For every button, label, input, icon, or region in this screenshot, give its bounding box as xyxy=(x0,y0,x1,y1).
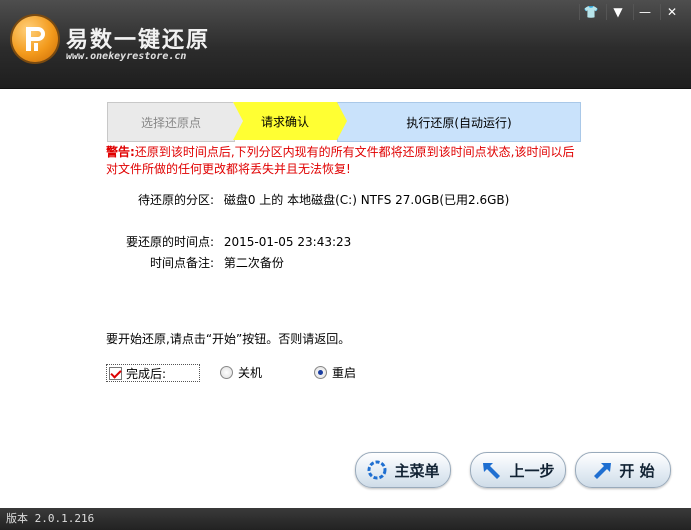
partition-row: 待还原的分区: 磁盘0 上的 本地磁盘(C:) NTFS 27.0GB(已用2.… xyxy=(136,191,509,208)
radio-restart[interactable]: 重启 xyxy=(314,364,356,381)
step-arrow xyxy=(337,102,347,140)
radio-selected-icon[interactable] xyxy=(314,366,327,379)
start-prompt: 要开始还原,请点击“开始”按钮。否则请返回。 xyxy=(106,332,351,346)
menu-down-icon[interactable]: ▼ xyxy=(606,4,629,20)
after-done-options: 完成后: 关机 重启 xyxy=(106,364,406,384)
close-icon[interactable]: ✕ xyxy=(660,4,683,20)
main-menu-button[interactable]: 主菜单 xyxy=(355,452,451,488)
step-select-point: 选择还原点 xyxy=(107,102,235,142)
app-name: 易数一键还原 xyxy=(66,28,211,53)
step-confirm: 请求确认 xyxy=(233,102,337,140)
after-done-label: 完成后: xyxy=(126,366,167,381)
app-url: www.onekeyrestore.cn xyxy=(66,51,187,62)
minimize-icon[interactable]: — xyxy=(633,4,656,20)
warning-text: 还原到该时间点后,下列分区内现有的所有文件都将还原到该时间点状态,该时间以后对文… xyxy=(106,145,575,176)
time-label: 要还原的时间点: xyxy=(125,235,214,249)
version-text: 版本 2.0.1.216 xyxy=(6,512,95,525)
radio-restart-label: 重启 xyxy=(332,366,357,380)
radio-shutdown[interactable]: 关机 xyxy=(220,364,262,381)
logo-icon xyxy=(26,27,45,51)
note-row: 时间点备注: 第二次备份 xyxy=(146,254,284,271)
arrow-start-icon xyxy=(594,463,612,479)
refresh-icon xyxy=(367,460,387,480)
back-button[interactable]: 上一步 xyxy=(470,452,566,488)
back-label: 上一步 xyxy=(509,461,555,480)
warning-message: 警告:还原到该时间点后,下列分区内现有的所有文件都将还原到该时间点状态,该时间以… xyxy=(106,144,586,178)
time-row: 要还原的时间点: 2015-01-05 23:43:23 xyxy=(122,233,351,250)
warning-prefix: 警告: xyxy=(106,145,135,159)
partition-label: 待还原的分区: xyxy=(137,193,214,207)
start-label: 开 始 xyxy=(619,461,655,480)
title-bar: 易数一键还原 www.onekeyrestore.cn 👕 ▼ — ✕ xyxy=(0,0,691,89)
checkbox-checked-icon[interactable] xyxy=(109,366,122,380)
step-execute: 执行还原(自动运行) xyxy=(337,102,581,142)
radio-shutdown-label: 关机 xyxy=(238,366,263,380)
radio-icon[interactable] xyxy=(220,366,233,379)
arrow-back-icon xyxy=(483,463,501,479)
start-button[interactable]: 开 始 xyxy=(575,452,671,488)
status-bar: 版本 2.0.1.216 xyxy=(0,508,691,530)
time-value: 2015-01-05 23:43:23 xyxy=(223,235,352,249)
partition-value: 磁盘0 上的 本地磁盘(C:) NTFS 27.0GB(已用2.6GB) xyxy=(223,193,510,207)
after-done-checkbox[interactable]: 完成后: xyxy=(106,364,200,382)
app-logo xyxy=(12,16,58,62)
note-value: 第二次备份 xyxy=(223,256,284,270)
skin-icon[interactable]: 👕 xyxy=(579,4,602,20)
window-controls: 👕 ▼ — ✕ xyxy=(579,4,683,20)
step-arrow xyxy=(233,102,243,140)
step-indicator: 选择还原点 请求确认 执行还原(自动运行) xyxy=(107,102,581,142)
main-menu-label: 主菜单 xyxy=(394,461,440,480)
note-label: 时间点备注: xyxy=(149,256,214,270)
